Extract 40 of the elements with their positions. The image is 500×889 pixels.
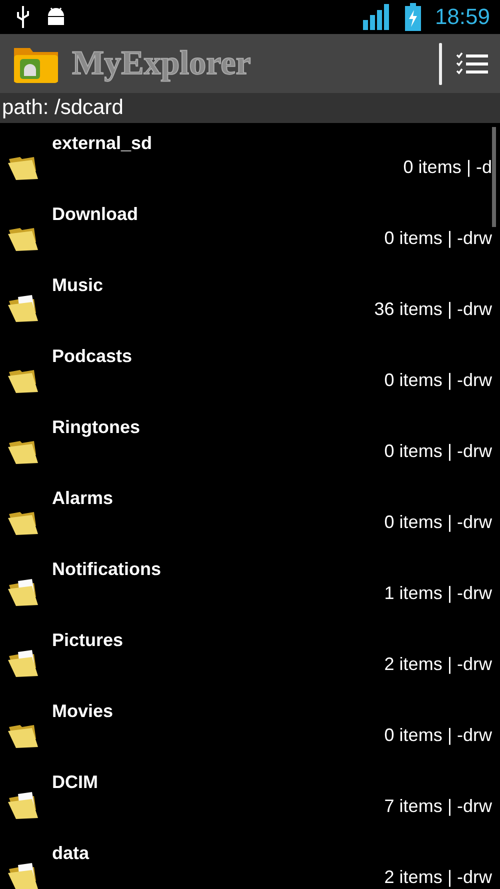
folder-details: 0 items | -drw — [384, 441, 492, 462]
folder-row[interactable]: Alarms 0 items | -drw — [0, 478, 500, 549]
folder-row[interactable]: external_sd 0 items | -d — [0, 123, 500, 194]
folder-name: Podcasts — [52, 346, 134, 367]
folder-details: 0 items | -drw — [384, 725, 492, 746]
folder-name: Pictures — [52, 630, 124, 651]
folder-row[interactable]: data 2 items | -drw — [0, 833, 500, 889]
folder-details: 1 items | -drw — [384, 583, 492, 604]
folder-row[interactable]: Podcasts 0 items | -drw — [0, 336, 500, 407]
checklist-icon[interactable] — [456, 52, 488, 76]
folder-name: Music — [52, 275, 104, 296]
folder-name: DCIM — [52, 772, 99, 793]
app-title: MyExplorer — [72, 44, 251, 82]
folder-row[interactable]: Music 36 items | -drw — [0, 265, 500, 336]
folder-name: Alarms — [52, 488, 114, 509]
folder-row[interactable]: Movies 0 items | -drw — [0, 691, 500, 762]
clock-time: 18:59 — [434, 4, 490, 30]
folder-details: 0 items | -d — [403, 157, 492, 178]
folder-name: Notifications — [52, 559, 162, 580]
folder-name: Movies — [52, 701, 114, 722]
folder-details: 0 items | -drw — [384, 370, 492, 391]
folder-row[interactable]: Download 0 items | -drw — [0, 194, 500, 265]
folder-row[interactable]: Ringtones 0 items | -drw — [0, 407, 500, 478]
folder-details: 0 items | -drw — [384, 512, 492, 533]
signal-icon — [362, 4, 391, 30]
folder-name: Ringtones — [52, 417, 141, 438]
folder-name: external_sd — [52, 133, 154, 154]
battery-charging-icon — [404, 3, 421, 31]
folder-name: Download — [52, 204, 139, 225]
folder-details: 7 items | -drw — [384, 796, 492, 817]
folder-row[interactable]: DCIM 7 items | -drw — [0, 762, 500, 833]
path-label: path: /sdcard — [0, 93, 500, 123]
folder-row[interactable]: Notifications 1 items | -drw — [0, 549, 500, 620]
folder-details: 0 items | -drw — [384, 228, 492, 249]
folder-details: 36 items | -drw — [374, 299, 492, 320]
folder-row[interactable]: Pictures 2 items | -drw — [0, 620, 500, 691]
scrollbar[interactable] — [492, 127, 496, 227]
folder-name: data — [52, 843, 90, 864]
folder-details: 2 items | -drw — [384, 654, 492, 675]
folder-details: 2 items | -drw — [384, 867, 492, 888]
